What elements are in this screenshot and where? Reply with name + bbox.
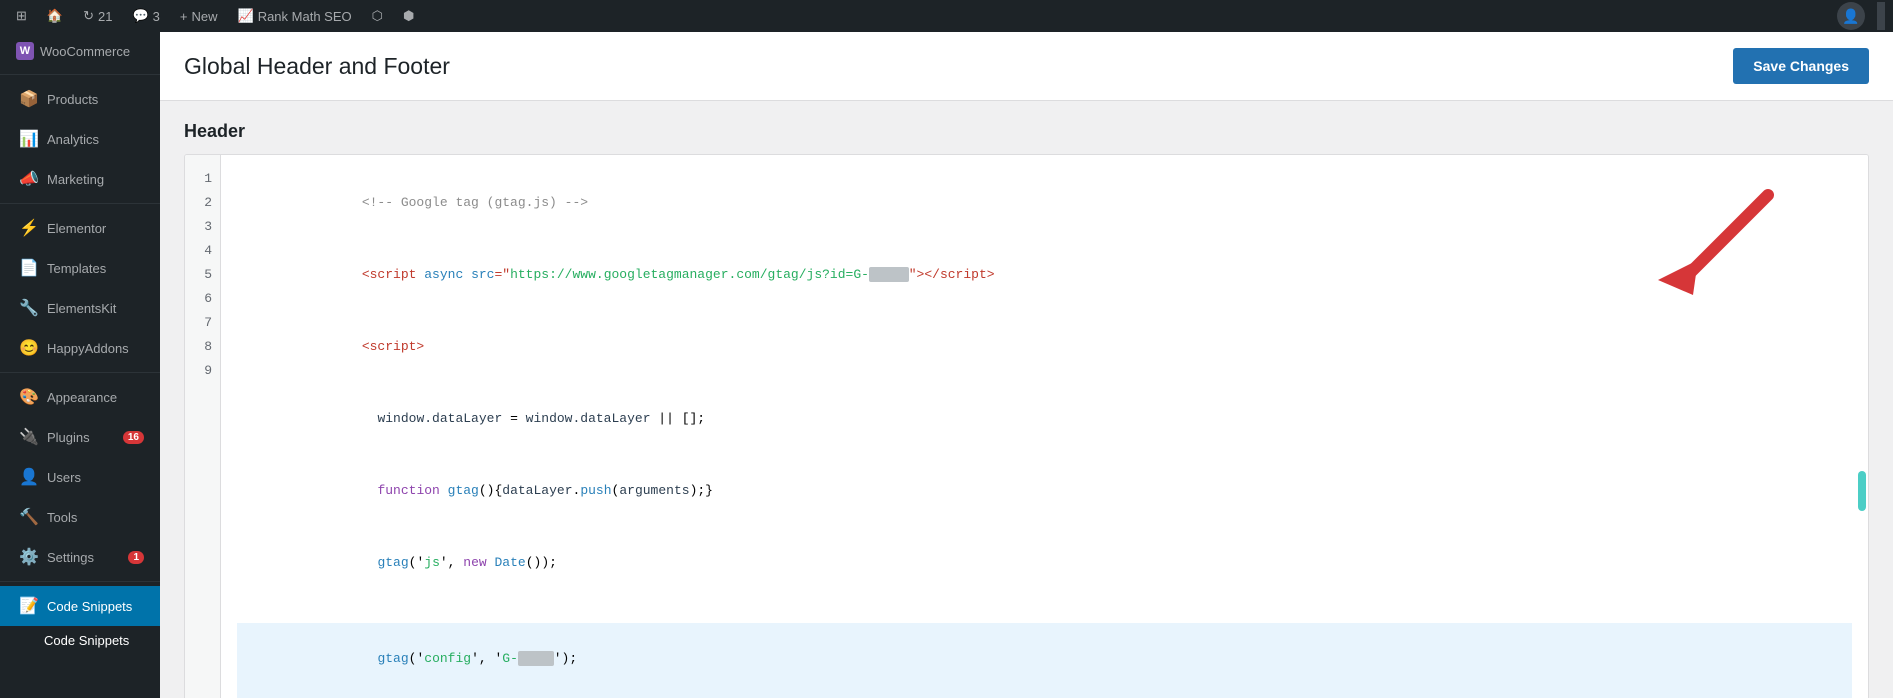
home-icon: 🏠 (47, 8, 63, 24)
code-line-8: gtag('config', 'G- '); (237, 623, 1852, 695)
analytics-icon: 📊 (19, 129, 39, 149)
woo-label: WooCommerce (40, 44, 130, 59)
appearance-icon: 🎨 (19, 387, 39, 407)
home-link[interactable]: 🏠 (39, 0, 71, 32)
sidebar-item-woocommerce[interactable]: W WooCommerce (0, 32, 160, 70)
sidebar-item-marketing[interactable]: 📣 Marketing (0, 159, 160, 199)
tools-label: Tools (47, 510, 77, 525)
code-editor-inner: 1 2 3 4 5 6 7 8 9 (185, 155, 1868, 698)
settings-badge: 1 (128, 551, 144, 564)
sidebar-item-appearance[interactable]: 🎨 Appearance (0, 377, 160, 417)
elementskit-icon: 🔧 (19, 298, 39, 318)
rank-math-label: Rank Math SEO (258, 9, 352, 24)
elementskit-label: ElementsKit (47, 301, 116, 316)
updates-link[interactable]: ↻ 21 (75, 0, 120, 32)
line-numbers: 1 2 3 4 5 6 7 8 9 (185, 155, 221, 698)
users-icon: 👤 (19, 467, 39, 487)
plugins-icon: 🔌 (19, 427, 39, 447)
plugins-label: Plugins (47, 430, 90, 445)
sidebar-subitem-code-snippets[interactable]: Code Snippets (0, 626, 160, 655)
plugin-icon-2[interactable]: ⬢ (395, 0, 422, 32)
comments-link[interactable]: 💬 3 (124, 0, 167, 32)
header-code-editor[interactable]: 1 2 3 4 5 6 7 8 9 (184, 154, 1869, 698)
sidebar-item-settings[interactable]: ⚙️ Settings 1 (0, 537, 160, 577)
header-section-title: Header (184, 121, 1869, 142)
code-content[interactable]: <!-- Google tag (gtag.js) --> <script as… (221, 155, 1868, 698)
wp-logo-icon: ⊞ (16, 8, 27, 24)
sidebar-item-templates[interactable]: 📄 Templates (0, 248, 160, 288)
code-line-3: <script> (237, 311, 1852, 383)
elementor-icon: ⚡ (19, 218, 39, 238)
header-section: Header 1 2 3 4 5 6 7 8 (184, 121, 1869, 698)
new-label: New (191, 9, 217, 24)
happyaddons-label: HappyAddons (47, 341, 129, 356)
code-snippets-label: Code Snippets (47, 599, 132, 614)
wp-logo-link[interactable]: ⊞ (8, 0, 35, 32)
rank-math-icon: 📈 (238, 8, 254, 24)
tag-token-2: <script (362, 267, 424, 282)
page-title: Global Header and Footer (184, 53, 450, 80)
plugin-logo-1: ⬡ (372, 8, 383, 24)
code-line-6: gtag('js', new Date()); (237, 527, 1852, 599)
templates-icon: 📄 (19, 258, 39, 278)
code-snippets-sub-label: Code Snippets (44, 633, 129, 648)
save-changes-button[interactable]: Save Changes (1733, 48, 1869, 84)
main-content: Header 1 2 3 4 5 6 7 8 (160, 101, 1893, 698)
marketing-icon: 📣 (19, 169, 39, 189)
products-icon: 📦 (19, 89, 39, 109)
new-icon: + (180, 9, 188, 24)
marketing-label: Marketing (47, 172, 104, 187)
sidebar-divider-2 (0, 203, 160, 204)
collapse-handle[interactable] (1877, 2, 1885, 30)
happyaddons-icon: 😊 (19, 338, 39, 358)
code-line-2: <script async src="https://www.googletag… (237, 239, 1852, 311)
user-avatar[interactable]: 👤 (1837, 2, 1865, 30)
sidebar-item-plugins[interactable]: 🔌 Plugins 16 (0, 417, 160, 457)
users-label: Users (47, 470, 81, 485)
plugin-logo-2: ⬢ (403, 8, 414, 24)
settings-icon: ⚙️ (19, 547, 39, 567)
main-layout: W WooCommerce 📦 Products 📊 Analytics 📣 M… (0, 32, 1893, 698)
sidebar-item-elementskit[interactable]: 🔧 ElementsKit (0, 288, 160, 328)
sidebar-item-tools[interactable]: 🔨 Tools (0, 497, 160, 537)
appearance-label: Appearance (47, 390, 117, 405)
code-line-5: function gtag(){dataLayer.push(arguments… (237, 455, 1852, 527)
sidebar-divider-4 (0, 581, 160, 582)
products-label: Products (47, 92, 98, 107)
content-area: Global Header and Footer Save Changes He… (160, 32, 1893, 698)
code-line-4: window.dataLayer = window.dataLayer || [… (237, 383, 1852, 455)
sidebar-item-happyaddons[interactable]: 😊 HappyAddons (0, 328, 160, 368)
tools-icon: 🔨 (19, 507, 39, 527)
sidebar-item-users[interactable]: 👤 Users (0, 457, 160, 497)
new-content-link[interactable]: + New (172, 0, 226, 32)
templates-label: Templates (47, 261, 106, 276)
comment-token: <!-- Google tag (gtag.js) --> (362, 195, 588, 210)
sidebar-item-analytics[interactable]: 📊 Analytics (0, 119, 160, 159)
settings-label: Settings (47, 550, 94, 565)
editor-scrollbar[interactable] (1858, 471, 1866, 511)
sidebar-item-code-snippets[interactable]: 📝 Code Snippets (0, 586, 160, 626)
sidebar-divider-1 (0, 74, 160, 75)
code-snippets-icon: 📝 (19, 596, 39, 616)
code-line-1: <!-- Google tag (gtag.js) --> (237, 167, 1852, 239)
sidebar: W WooCommerce 📦 Products 📊 Analytics 📣 M… (0, 32, 160, 698)
plugin-icon-1[interactable]: ⬡ (364, 0, 391, 32)
comment-count: 3 (153, 9, 160, 24)
woo-icon: W (16, 42, 34, 60)
code-line-7 (237, 599, 1852, 623)
page-header: Global Header and Footer Save Changes (160, 32, 1893, 101)
sidebar-item-elementor[interactable]: ⚡ Elementor (0, 208, 160, 248)
rank-math-link[interactable]: 📈 Rank Math SEO (230, 0, 360, 32)
updates-icon: ↻ (83, 8, 94, 24)
admin-bar: ⊞ 🏠 ↻ 21 💬 3 + New 📈 Rank Math SEO ⬡ ⬢ 👤 (0, 0, 1893, 32)
comments-icon: 💬 (132, 8, 148, 24)
sidebar-divider-3 (0, 372, 160, 373)
sidebar-item-products[interactable]: 📦 Products (0, 79, 160, 119)
elementor-label: Elementor (47, 221, 106, 236)
analytics-label: Analytics (47, 132, 99, 147)
plugins-badge: 16 (123, 431, 144, 444)
update-count: 21 (98, 9, 112, 24)
